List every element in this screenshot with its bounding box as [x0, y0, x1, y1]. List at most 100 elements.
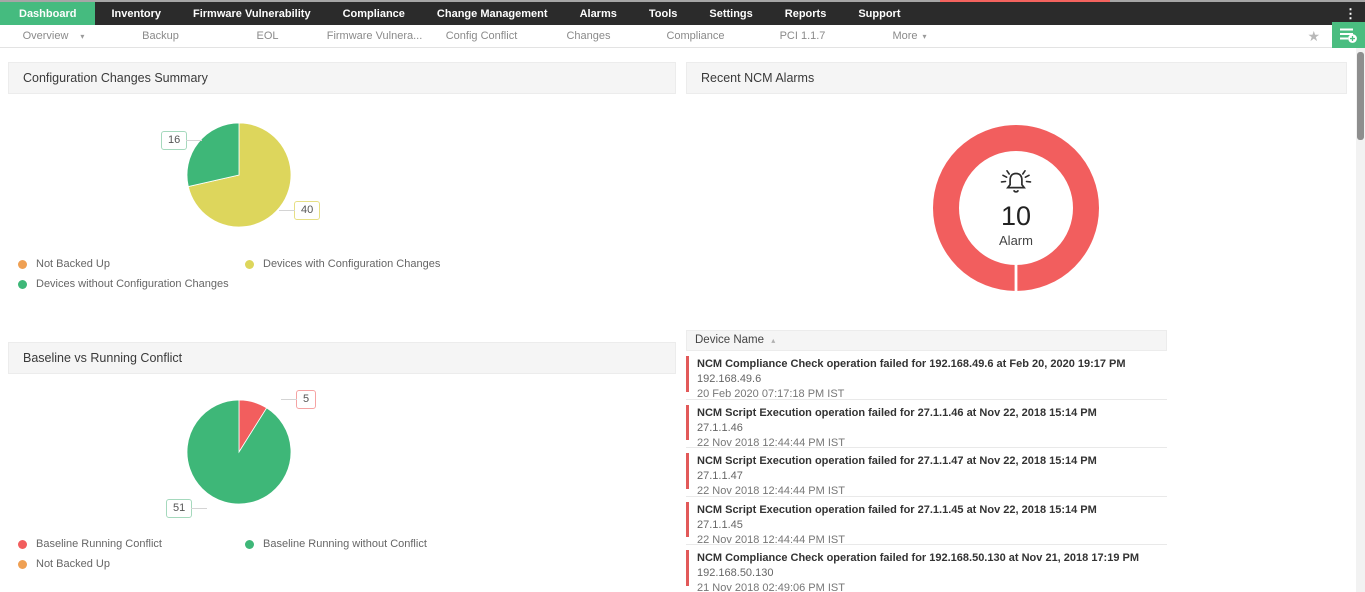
baseline-legend: Baseline Running Conflict Baseline Runni…: [18, 538, 427, 570]
pie-value-label: 5: [296, 390, 316, 409]
legend-dot-icon: [18, 260, 27, 269]
legend-item[interactable]: Baseline Running Conflict: [18, 538, 245, 550]
alarms-table: Device Name ▴ NCM Compliance Check opera…: [686, 330, 1167, 592]
alarm-device-name: 27.1.1.47: [697, 469, 1167, 484]
subnav-item-firmware-vulnerability[interactable]: Firmware Vulnera...: [321, 25, 428, 47]
device-name-column-header: Device Name: [695, 334, 764, 346]
list-plus-icon: [1339, 26, 1358, 44]
alarm-donut-center: 10 Alarm: [926, 118, 1106, 298]
alarm-row[interactable]: NCM Script Execution operation failed fo…: [686, 400, 1167, 449]
scrollbar-thumb[interactable]: [1357, 52, 1364, 140]
legend-dot-icon: [245, 540, 254, 549]
alarms-table-body: NCM Compliance Check operation failed fo…: [686, 351, 1167, 592]
pie-value-label: 40: [294, 201, 320, 220]
alarm-row[interactable]: NCM Compliance Check operation failed fo…: [686, 351, 1167, 400]
pie-value-label: 51: [166, 499, 192, 518]
nav-tab-settings[interactable]: Settings: [693, 2, 768, 25]
alarm-row[interactable]: NCM Script Execution operation failed fo…: [686, 448, 1167, 497]
subnav-item-pci[interactable]: PCI 1.1.7: [749, 25, 856, 47]
legend-label: Baseline Running without Conflict: [263, 538, 427, 550]
subnav-item-changes[interactable]: Changes: [535, 25, 642, 47]
nav-tab-change-management[interactable]: Change Management: [421, 2, 564, 25]
alarm-count: 10: [1001, 201, 1031, 231]
bell-ring-icon: [996, 169, 1036, 199]
pie-value-label: 16: [161, 131, 187, 150]
add-widget-button[interactable]: [1332, 22, 1365, 48]
sort-asc-icon[interactable]: ▴: [771, 336, 775, 345]
nav-tab-tools[interactable]: Tools: [633, 2, 694, 25]
baseline-chart-area: 5 51 Baseline Running Conflict Baseline …: [8, 374, 676, 592]
legend-label: Devices without Configuration Changes: [36, 278, 229, 290]
legend-item[interactable]: Not Backed Up: [18, 558, 245, 570]
legend-item[interactable]: Baseline Running without Conflict: [245, 538, 427, 550]
alarm-severity-bar: [686, 405, 689, 441]
legend-item[interactable]: Devices with Configuration Changes: [245, 258, 440, 270]
subnav-item-backup[interactable]: Backup: [107, 25, 214, 47]
leader-line: [191, 508, 207, 509]
legend-dot-icon: [18, 280, 27, 289]
alarm-message: NCM Compliance Check operation failed fo…: [697, 551, 1167, 566]
panel-recent-ncm-alarms: Recent NCM Alarms 10 Alarm: [686, 62, 1347, 592]
alarm-message: NCM Script Execution operation failed fo…: [697, 406, 1167, 421]
alarm-timestamp: 21 Nov 2018 02:49:06 PM IST: [697, 581, 1167, 592]
legend-label: Not Backed Up: [36, 558, 110, 570]
dashboard-subnav: Overview ▾ Backup EOL Firmware Vulnera..…: [0, 25, 1365, 48]
favorite-star-icon[interactable]: ★: [1307, 25, 1320, 48]
subnav-item-overview[interactable]: Overview ▾: [0, 25, 107, 47]
config-changes-legend: Not Backed Up Devices with Configuration…: [18, 258, 440, 290]
alarm-message: NCM Script Execution operation failed fo…: [697, 454, 1167, 469]
vertical-scrollbar[interactable]: [1356, 48, 1365, 592]
legend-dot-icon: [18, 560, 27, 569]
subnav-more-label: More: [892, 30, 917, 42]
subnav-item-more[interactable]: More ▾: [856, 25, 963, 47]
alarm-severity-bar: [686, 453, 689, 489]
nav-tab-reports[interactable]: Reports: [769, 2, 843, 25]
alarm-device-name: 27.1.1.46: [697, 421, 1167, 436]
alarm-row[interactable]: NCM Script Execution operation failed fo…: [686, 497, 1167, 546]
alarm-count-label: Alarm: [999, 233, 1033, 248]
legend-dot-icon: [245, 260, 254, 269]
alarm-message: NCM Compliance Check operation failed fo…: [697, 357, 1167, 372]
subnav-item-compliance[interactable]: Compliance: [642, 25, 749, 47]
alarm-severity-bar: [686, 502, 689, 538]
leader-line: [281, 399, 297, 400]
nav-tab-inventory[interactable]: Inventory: [95, 2, 177, 25]
alarms-table-header[interactable]: Device Name ▴: [686, 330, 1167, 351]
panel-configuration-changes-summary: Configuration Changes Summary 16 40 Not …: [8, 62, 676, 331]
primary-navbar: Dashboard Inventory Firmware Vulnerabili…: [0, 2, 1365, 25]
legend-label: Baseline Running Conflict: [36, 538, 162, 550]
alarm-device-name: 27.1.1.45: [697, 518, 1167, 533]
alarm-device-name: 192.168.49.6: [697, 372, 1167, 387]
alarm-message: NCM Script Execution operation failed fo…: [697, 503, 1167, 518]
panel-baseline-vs-running-conflict: Baseline vs Running Conflict 5 51 Baseli…: [8, 342, 676, 592]
alarm-severity-bar: [686, 356, 689, 392]
nav-tab-support[interactable]: Support: [842, 2, 916, 25]
legend-item[interactable]: Devices without Configuration Changes: [18, 278, 245, 290]
legend-label: Not Backed Up: [36, 258, 110, 270]
legend-item[interactable]: Not Backed Up: [18, 258, 245, 270]
alarm-severity-bar: [686, 550, 689, 586]
leader-line: [186, 140, 202, 141]
panel-title: Recent NCM Alarms: [686, 62, 1347, 94]
nav-tab-alarms[interactable]: Alarms: [564, 2, 633, 25]
panel-title: Baseline vs Running Conflict: [8, 342, 676, 374]
chevron-down-icon: ▾: [923, 32, 927, 41]
subnav-item-config-conflict[interactable]: Config Conflict: [428, 25, 535, 47]
nav-tab-firmware-vulnerability[interactable]: Firmware Vulnerability: [177, 2, 327, 25]
nav-tab-compliance[interactable]: Compliance: [327, 2, 421, 25]
legend-label: Devices with Configuration Changes: [263, 258, 440, 270]
config-changes-chart-area: 16 40 Not Backed Up Devices with Configu…: [8, 94, 676, 331]
panel-title: Configuration Changes Summary: [8, 62, 676, 94]
leader-line: [279, 210, 295, 211]
alarm-device-name: 192.168.50.130: [697, 566, 1167, 581]
alarm-donut-chart[interactable]: 10 Alarm: [926, 118, 1106, 298]
subnav-overview-label: Overview: [23, 30, 69, 42]
chevron-down-icon[interactable]: ▾: [80, 32, 84, 41]
legend-dot-icon: [18, 540, 27, 549]
subnav-item-eol[interactable]: EOL: [214, 25, 321, 47]
nav-tab-dashboard[interactable]: Dashboard: [0, 2, 95, 25]
config-changes-pie-chart[interactable]: [169, 105, 309, 245]
ncm-dashboard: Dashboard Inventory Firmware Vulnerabili…: [0, 0, 1365, 592]
alarms-area: 10 Alarm Device Name ▴ NCM Compliance Ch…: [686, 94, 1347, 592]
alarm-row[interactable]: NCM Compliance Check operation failed fo…: [686, 545, 1167, 592]
